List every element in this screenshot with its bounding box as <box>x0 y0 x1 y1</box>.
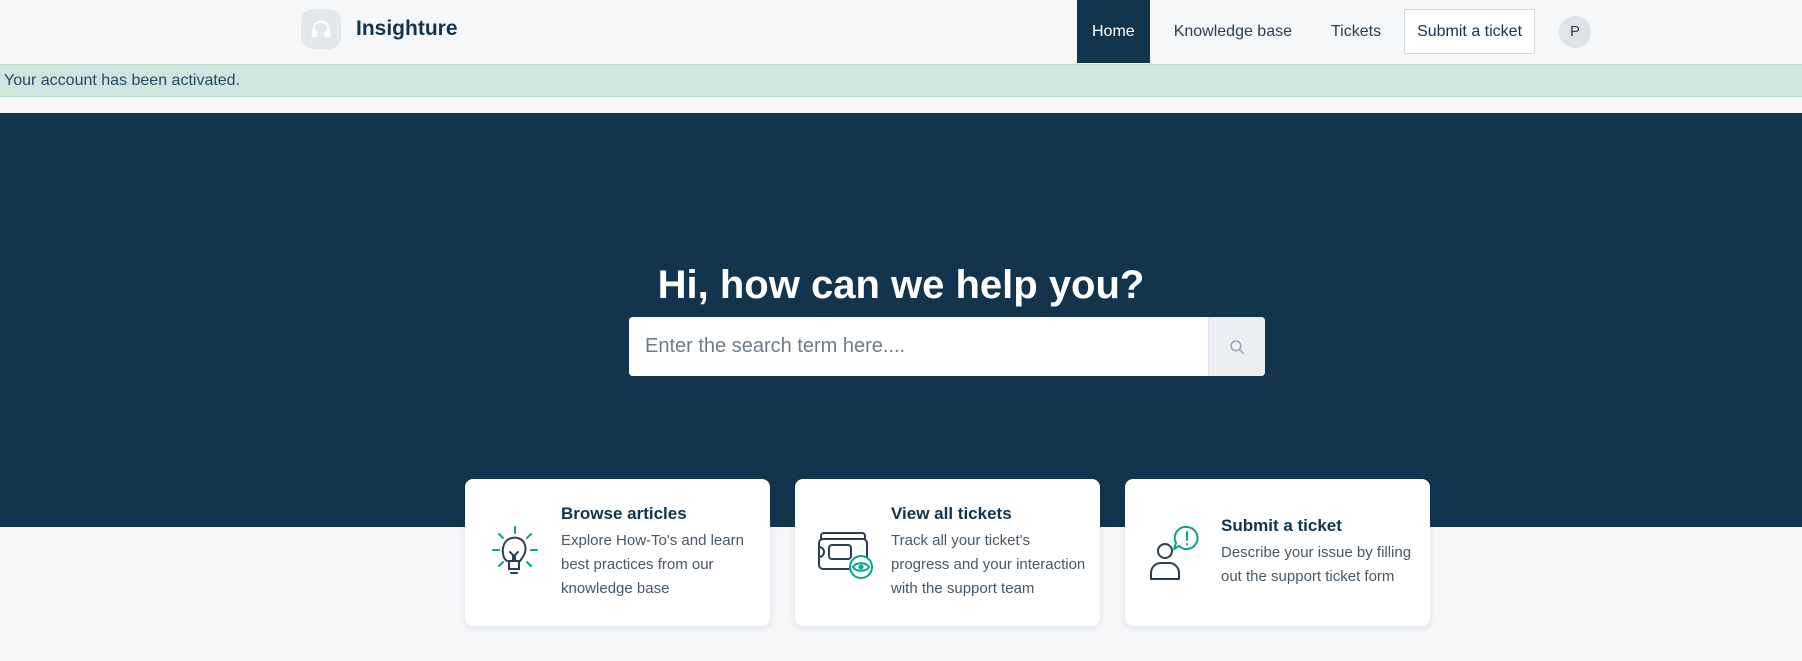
card-description: Track all your ticket's progress and you… <box>891 532 1086 597</box>
account-activated-alert: Your account has been activated. <box>0 64 1802 97</box>
card-title: Submit a ticket <box>1221 516 1342 535</box>
search-bar <box>629 317 1265 376</box>
submit-ticket-button[interactable]: Submit a ticket <box>1404 9 1536 54</box>
search-input[interactable] <box>629 317 1208 376</box>
submit-ticket-card[interactable]: Submit a ticket Describe your issue by f… <box>1125 479 1430 626</box>
avatar[interactable]: P <box>1559 15 1592 48</box>
card-body: Submit a ticket Describe your issue by f… <box>1221 516 1416 589</box>
lightbulb-icon <box>483 521 547 585</box>
top-header: Insighture Home Knowledge base Tickets S… <box>0 0 1802 64</box>
search-button[interactable] <box>1208 317 1265 376</box>
nav-tickets[interactable]: Tickets <box>1314 0 1398 63</box>
user-alert-icon <box>1143 521 1207 585</box>
card-body: View all tickets Track all your ticket's… <box>891 504 1086 601</box>
card-title: Browse articles <box>561 504 687 523</box>
hero-title: Hi, how can we help you? <box>657 263 1145 307</box>
card-description: Describe your issue by filling out the s… <box>1221 544 1412 585</box>
view-all-tickets-card[interactable]: View all tickets Track all your ticket's… <box>795 479 1100 626</box>
search-icon <box>1230 339 1245 354</box>
brand[interactable]: Insighture <box>301 9 458 49</box>
card-title: View all tickets <box>891 504 1012 523</box>
nav-knowledge-base[interactable]: Knowledge base <box>1157 0 1309 63</box>
nav-home[interactable]: Home <box>1077 0 1150 63</box>
alert-message: Your account has been activated. <box>4 72 241 89</box>
brand-name: Insighture <box>356 17 458 40</box>
hero-banner: Hi, how can we help you? <box>0 113 1802 527</box>
card-body: Browse articles Explore How-To's and lea… <box>561 504 756 601</box>
tickets-eye-icon <box>813 521 877 585</box>
headset-icon <box>301 9 341 49</box>
card-description: Explore How-To's and learn best practice… <box>561 532 744 597</box>
main-nav: Home Knowledge base Tickets Submit a tic… <box>1077 0 1592 63</box>
browse-articles-card[interactable]: Browse articles Explore How-To's and lea… <box>465 479 770 626</box>
